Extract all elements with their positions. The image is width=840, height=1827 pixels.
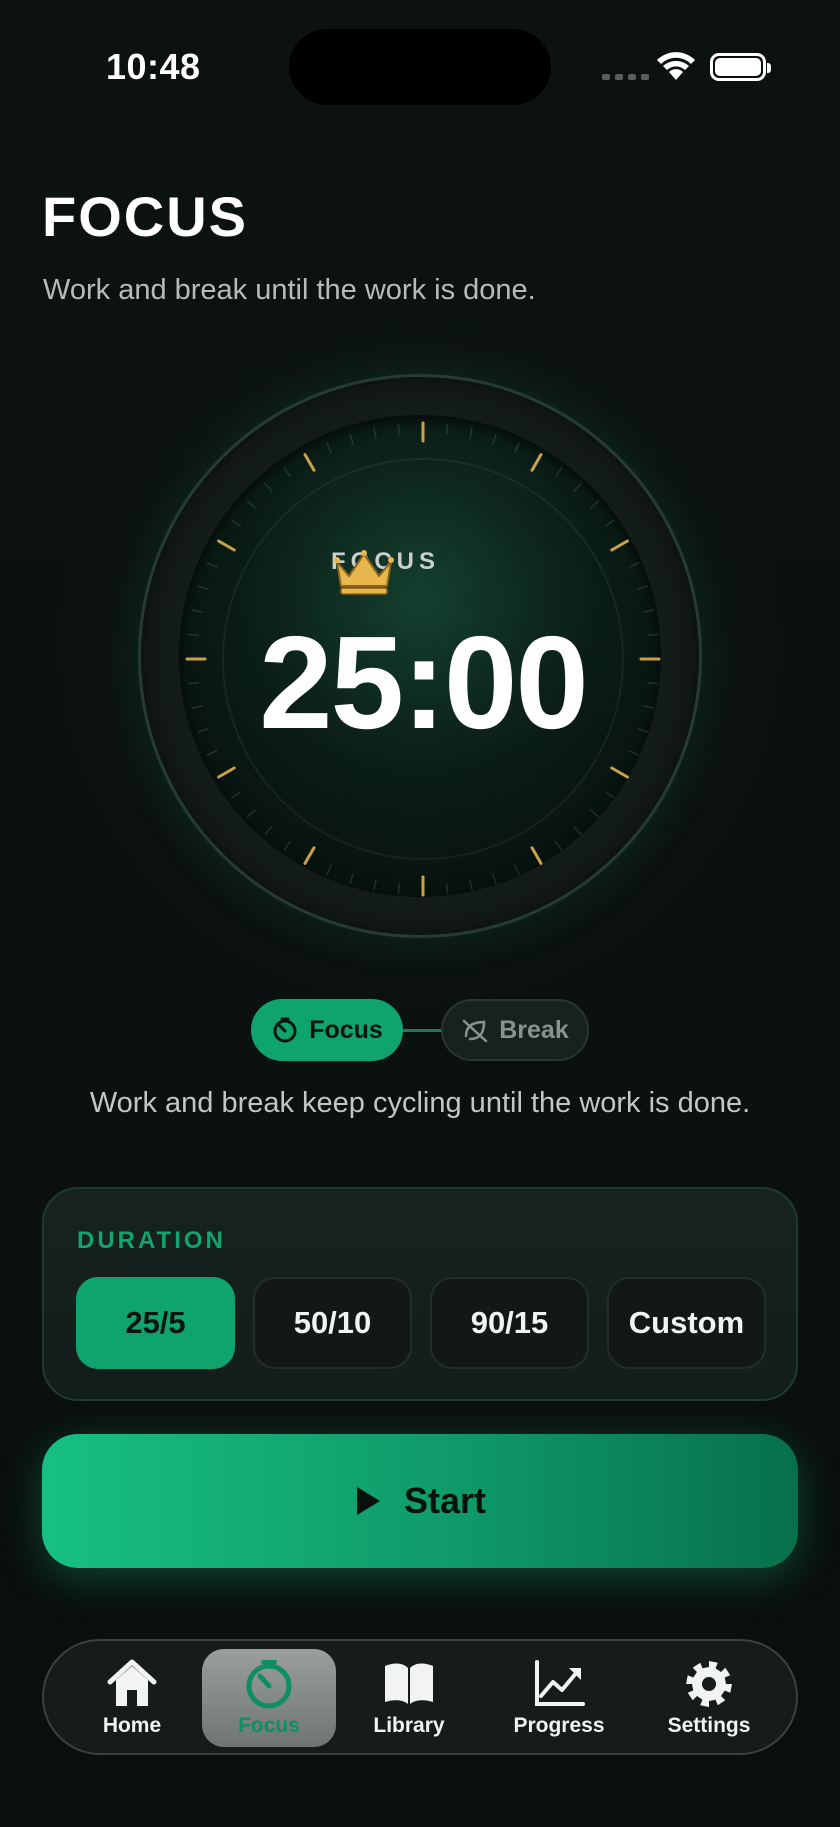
duration-option-25-5[interactable]: 25/5 (76, 1277, 235, 1369)
focus-screen: 10:48 FOCUS Work and break until the wor… (0, 0, 840, 1827)
dial-major-tick (303, 846, 316, 865)
tab-focus[interactable]: Focus (202, 1649, 336, 1747)
dial-minor-tick (573, 826, 582, 836)
timer-icon (273, 1017, 297, 1043)
dial-minor-tick (264, 482, 273, 492)
mode-break-label: Break (499, 1015, 569, 1044)
wifi-icon (657, 52, 695, 80)
tab-progress[interactable]: Progress (504, 1649, 614, 1747)
cellular-signal-icon (602, 74, 649, 80)
dial-minor-tick (492, 433, 497, 445)
dial-minor-tick (191, 609, 203, 613)
dial-minor-tick (397, 423, 401, 435)
dial-minor-tick (590, 809, 600, 818)
dial-minor-tick (206, 562, 218, 568)
dial-minor-tick (246, 500, 256, 509)
dial-minor-tick (373, 879, 377, 891)
start-button[interactable]: Start (42, 1434, 798, 1568)
dynamic-island (289, 29, 551, 105)
timer-icon (246, 1660, 292, 1709)
dial-minor-tick (349, 433, 354, 445)
dial-minor-tick (246, 809, 256, 818)
home-icon (107, 1659, 157, 1706)
dial-minor-tick (573, 482, 582, 492)
dial-minor-tick (445, 423, 449, 435)
dial-minor-tick (445, 883, 449, 895)
duration-option-custom[interactable]: Custom (607, 1277, 766, 1369)
dial-minor-tick (469, 879, 473, 891)
dial-minor-tick (264, 826, 273, 836)
dial-minor-tick (197, 585, 209, 590)
duration-label: DURATION (77, 1227, 226, 1254)
tab-settings[interactable]: Settings (654, 1649, 764, 1747)
dial-minor-tick (373, 427, 377, 439)
gear-icon (686, 1661, 732, 1707)
dial-minor-tick (397, 883, 401, 895)
dial-major-tick (303, 453, 316, 472)
dial-minor-tick (349, 873, 354, 885)
dial-minor-tick (469, 427, 473, 439)
tab-progress-label: Progress (513, 1714, 605, 1737)
dial-minor-tick (231, 791, 241, 799)
dial-minor-tick (283, 841, 291, 851)
dial-minor-tick (605, 791, 615, 799)
timer-mode-row: FOCUS (331, 548, 440, 595)
mode-focus-label: Focus (309, 1015, 383, 1044)
mode-break-button[interactable]: Break (441, 999, 589, 1061)
dial-minor-tick (206, 750, 218, 756)
dial-minor-tick (628, 750, 640, 756)
dial-major-tick (610, 539, 629, 552)
dial-minor-tick (628, 562, 640, 568)
leaf-off-icon (463, 1019, 488, 1043)
page-subtitle: Work and break until the work is done. (43, 274, 536, 306)
dial-major-tick (217, 539, 236, 552)
crown-icon (334, 550, 394, 595)
dial-major-tick (610, 766, 629, 779)
tab-home[interactable]: Home (82, 1649, 182, 1747)
tab-bar: Home Focus Library Progress Settings (42, 1639, 798, 1755)
dial-major-tick (530, 453, 543, 472)
tab-home-label: Home (102, 1714, 162, 1737)
dial-minor-tick (555, 841, 563, 851)
tab-focus-label: Focus (238, 1714, 300, 1737)
book-icon (385, 1663, 433, 1704)
dial-minor-tick (643, 609, 655, 613)
chart-icon (535, 1660, 585, 1706)
start-button-label: Start (403, 1480, 487, 1521)
status-time: 10:48 (106, 46, 201, 87)
dial-minor-tick (637, 585, 649, 590)
duration-option-50-10[interactable]: 50/10 (253, 1277, 412, 1369)
mode-connector (400, 1029, 444, 1032)
dial-minor-tick (283, 467, 291, 477)
tab-library-label: Library (373, 1714, 445, 1737)
dial-minor-tick (605, 519, 615, 527)
mode-focus-button[interactable]: Focus (251, 999, 403, 1061)
page-title: FOCUS (42, 185, 248, 248)
duration-card: DURATION 25/5 50/10 90/15 Custom (42, 1187, 798, 1401)
dial-minor-tick (231, 519, 241, 527)
duration-options: 25/5 50/10 90/15 Custom (76, 1277, 766, 1369)
cycle-description: Work and break keep cycling until the wo… (89, 1087, 751, 1119)
dial-minor-tick (492, 873, 497, 885)
play-icon (356, 1487, 380, 1515)
duration-option-90-15[interactable]: 90/15 (430, 1277, 589, 1369)
timer-countdown: 25:00 (259, 609, 589, 756)
dial-major-tick (530, 846, 543, 865)
tab-library[interactable]: Library (354, 1649, 464, 1747)
dial-minor-tick (555, 467, 563, 477)
timer-dial[interactable]: FOCUS 25:00 (138, 374, 702, 938)
dial-minor-tick (326, 442, 332, 454)
dial-minor-tick (326, 864, 332, 876)
tab-settings-label: Settings (667, 1714, 751, 1737)
battery-icon (710, 53, 771, 81)
dial-major-tick (217, 766, 236, 779)
dial-minor-tick (514, 442, 520, 454)
dial-minor-tick (590, 500, 600, 509)
dial-minor-tick (514, 864, 520, 876)
